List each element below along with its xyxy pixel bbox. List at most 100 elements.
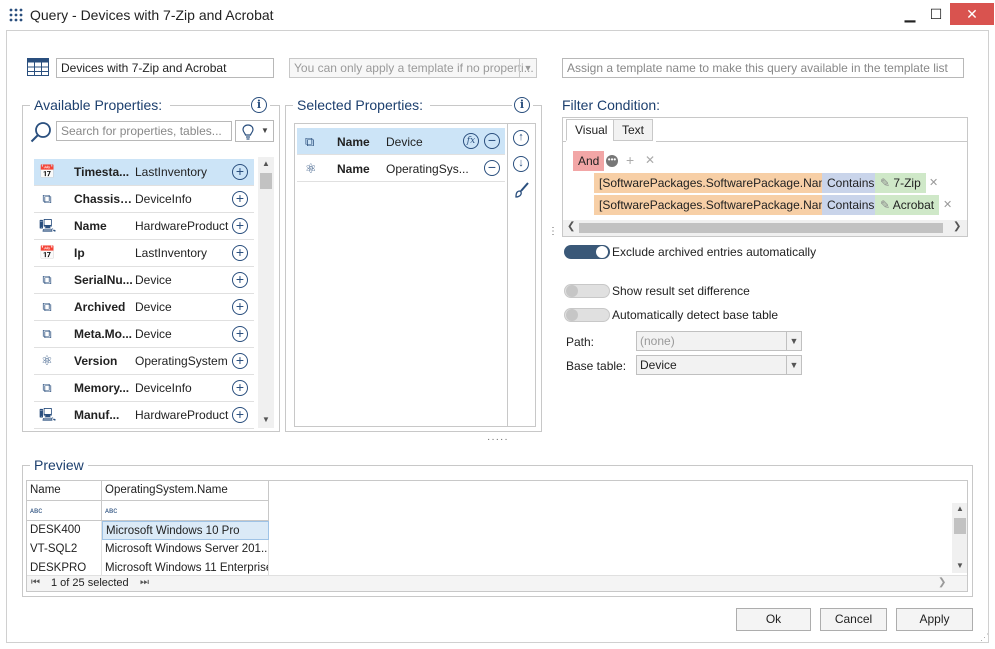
add-property-icon[interactable]: + [232,164,248,180]
property-name: Manuf... [74,408,120,422]
move-down-icon[interactable]: ↓ [513,156,529,172]
scroll-thumb[interactable] [579,223,943,233]
chevron-down-icon[interactable]: ▼ [956,561,964,570]
move-up-icon[interactable]: ↑ [513,130,529,146]
add-condition-icon[interactable]: + [626,152,634,168]
last-record-icon[interactable]: ⏭ [140,577,149,588]
selected-property-row[interactable]: ⚛ Name OperatingSys... − [297,155,505,182]
add-property-icon[interactable]: + [232,272,248,288]
filter-row: ᴀʙᴄ ᴀʙᴄ [27,501,269,521]
property-table: LastInventory [135,246,208,260]
add-property-icon[interactable]: + [232,380,248,396]
condition-value-chip[interactable]: ✎ Acrobat [875,195,940,215]
brush-icon[interactable] [514,182,530,198]
path-select[interactable]: (none) ▼ [636,331,802,351]
available-list-scrollbar[interactable]: ▲ ▼ [258,157,274,428]
add-property-icon[interactable]: + [232,191,248,207]
column-header-os-name[interactable]: OperatingSystem.Name [102,481,269,500]
add-property-icon[interactable]: + [232,326,248,342]
remove-condition-icon[interactable]: ✕ [943,198,952,211]
apply-button[interactable]: Apply [896,608,973,631]
ok-button[interactable]: Ok [736,608,811,631]
tab-visual[interactable]: Visual [566,119,617,141]
vertical-splitter[interactable]: ⋮ [548,227,558,237]
device-icon: ⧉ [42,380,52,395]
first-record-icon[interactable]: ⏮ [31,577,40,588]
scroll-thumb[interactable] [260,173,272,189]
query-name-input[interactable] [56,58,274,78]
maximize-button[interactable]: ☐ [922,3,950,25]
add-property-icon[interactable]: + [232,407,248,423]
minimize-button[interactable]: ▁ [896,3,924,25]
grid-header: Name OperatingSystem.Name [27,481,269,501]
available-property-row[interactable]: 🖳 Name HardwareProduct + [34,213,254,240]
remove-condition-icon[interactable]: ✕ [929,176,938,189]
chevron-right-icon[interactable]: ❯ [938,577,946,588]
add-property-icon[interactable]: + [232,353,248,369]
remove-group-icon[interactable]: ✕ [645,153,655,167]
more-options-icon[interactable]: ••• [606,155,618,167]
suggestion-dropdown[interactable]: ▼ [235,120,274,142]
cancel-button[interactable]: Cancel [820,608,887,631]
property-table: Device [135,300,172,314]
property-search-input[interactable] [56,121,232,141]
scroll-thumb[interactable] [954,518,966,534]
property-table: Device [135,273,172,287]
available-property-row[interactable]: ⧉ Meta.Mo... Device + [34,321,254,348]
condition-field-chip[interactable]: [SoftwarePackages.SoftwarePackage.Name] [594,173,844,193]
available-property-row[interactable]: ⧉ Archived Device + [34,294,254,321]
os-icon: ⚛ [41,353,53,368]
show-difference-label: Show result set difference [612,284,750,298]
available-property-row[interactable]: ⧉ ChassisT... DeviceInfo + [34,186,254,213]
available-property-row[interactable]: 📅 Timesta... LastInventory + [34,159,254,186]
add-property-icon[interactable]: + [232,245,248,261]
table-row[interactable]: VT-SQL2 Microsoft Windows Server 201... [27,540,269,559]
condition-field-chip[interactable]: [SoftwarePackages.SoftwarePackage.Name] [594,195,844,215]
condition-operator-chip[interactable]: Contains [822,173,880,193]
auto-detect-toggle[interactable] [564,308,610,322]
property-name: Version [74,354,118,368]
filter-hscrollbar[interactable]: ❮ ❯ [563,220,967,236]
selected-property-row[interactable]: ⧉ Name Device fx − [297,128,505,155]
tab-text[interactable]: Text [613,119,654,141]
remove-property-icon[interactable]: − [484,133,500,149]
condition-operator-chip[interactable]: Contains [822,195,880,215]
condition-value-chip[interactable]: ✎ 7-Zip [875,173,926,193]
resize-grip-icon[interactable]: ⋰ [980,632,989,643]
property-table: DeviceInfo [135,381,192,395]
column-header-name[interactable]: Name [27,481,102,500]
remove-property-icon[interactable]: − [484,160,500,176]
horizontal-splitter[interactable]: ····· [487,434,509,445]
text-filter-icon[interactable]: ᴀʙᴄ [27,501,102,520]
available-property-row[interactable]: 🖳 Manuf... HardwareProduct + [34,402,254,429]
base-table-select[interactable]: Device ▼ [636,355,802,375]
available-property-row[interactable]: ⚛ Version OperatingSystem + [34,348,254,375]
chevron-left-icon[interactable]: ❮ [567,221,575,232]
chevron-down-icon[interactable]: ▼ [262,415,270,424]
close-button[interactable]: ✕ [950,3,994,25]
template-name-input[interactable] [562,58,964,78]
exclude-archived-toggle[interactable] [564,245,610,259]
preview-vscrollbar[interactable]: ▲ ▼ [952,503,967,573]
auto-detect-label: Automatically detect base table [612,308,779,322]
add-property-icon[interactable]: + [232,299,248,315]
available-property-row[interactable]: ⧉ SerialNu... Device + [34,267,254,294]
show-difference-toggle[interactable] [564,284,610,298]
available-property-row[interactable]: 📅 Ip LastInventory + [34,240,254,267]
chevron-up-icon[interactable]: ▲ [262,159,270,168]
chevron-right-icon[interactable]: ❯ [953,221,961,232]
function-icon[interactable]: fx [463,133,479,149]
property-name: Name [74,219,107,233]
chevron-up-icon[interactable]: ▲ [956,504,964,513]
exclude-archived-label: Exclude archived entries automatically [612,245,817,259]
table-row[interactable]: DESK400 Microsoft Windows 10 Pro [27,521,269,540]
text-filter-icon[interactable]: ᴀʙᴄ [102,501,269,520]
add-property-icon[interactable]: + [232,218,248,234]
template-select[interactable]: You can only apply a template if no prop… [289,58,537,78]
property-table: LastInventory [135,165,208,179]
condition-value: 7-Zip [893,176,921,190]
available-property-row[interactable]: ⧉ Memory... DeviceInfo + [34,375,254,402]
property-name: Memory... [74,381,130,395]
and-operator-chip[interactable]: And [573,151,605,171]
property-table: HardwareProduct [135,219,229,233]
